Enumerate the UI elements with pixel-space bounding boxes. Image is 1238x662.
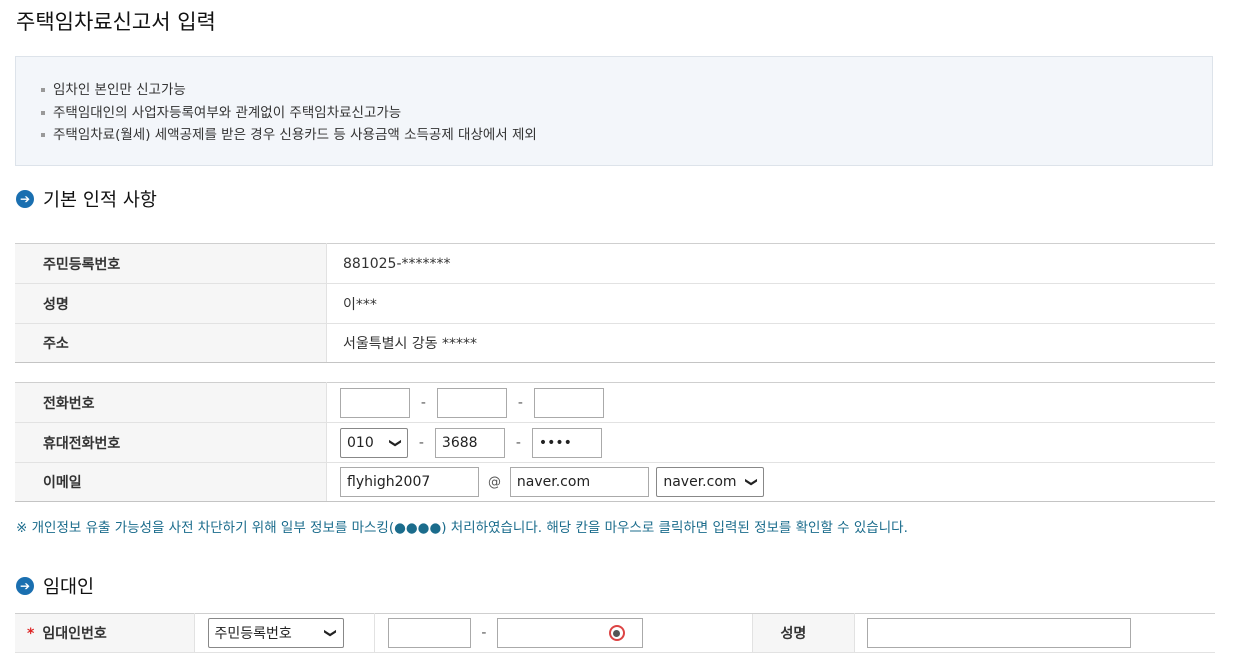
at-sign: @ bbox=[487, 474, 501, 490]
notice-item: 임차인 본인만 신고가능 bbox=[38, 79, 1212, 102]
dash-separator: - bbox=[515, 434, 521, 451]
mobile-middle-input[interactable] bbox=[434, 427, 505, 458]
mobile-last-input[interactable] bbox=[531, 427, 602, 458]
table-row: 성명 이*** bbox=[15, 283, 1215, 324]
lessor-name-label: 성명 bbox=[751, 613, 855, 653]
lessor-id-label-cell: * 임대인번호 bbox=[15, 613, 195, 653]
address-value: 서울특별시 강동 ***** bbox=[326, 323, 1215, 363]
notice-box: 임차인 본인만 신고가능 주택임대인의 사업자등록여부와 관계없이 주택임차료신… bbox=[15, 56, 1213, 166]
rrn-label: 주민등록번호 bbox=[15, 243, 327, 284]
table-row: 주민등록번호 881025-******* bbox=[15, 243, 1215, 284]
mobile-label: 휴대전화번호 bbox=[15, 422, 327, 463]
email-label: 이메일 bbox=[15, 462, 327, 502]
email-domain-select[interactable]: naver.com ❯ bbox=[656, 467, 765, 497]
chevron-down-icon: ❯ bbox=[324, 627, 339, 639]
notice-item: 주택임대인의 사업자등록여부와 관계없이 주택임차료신고가능 bbox=[38, 102, 1212, 125]
table-row: * 임대인번호 주민등록번호 ❯ - 성명 bbox=[15, 613, 1215, 653]
phone-label: 전화번호 bbox=[15, 382, 327, 423]
table-row: 휴대전화번호 010 ❯ - - bbox=[15, 422, 1215, 463]
rrn-value: 881025-******* bbox=[326, 243, 1215, 284]
name-value: 이*** bbox=[326, 283, 1215, 324]
lessor-id-type-cell: 주민등록번호 ❯ bbox=[194, 613, 375, 653]
contact-table: 전화번호 - - 휴대전화번호 010 ❯ - - 이메일 @ bbox=[15, 382, 1215, 502]
virtual-keyboard-icon[interactable] bbox=[608, 625, 625, 641]
table-row: 이메일 @ naver.com ❯ bbox=[15, 462, 1215, 502]
basic-section-header: ➔ 기본 인적 사항 bbox=[16, 186, 157, 212]
phone-part1-input[interactable] bbox=[340, 387, 410, 418]
table-row: 전화번호 - - bbox=[15, 382, 1215, 423]
page-title: 주택임차료신고서 입력 bbox=[16, 10, 216, 34]
lessor-id-type-value: 주민등록번호 bbox=[214, 626, 292, 642]
dash-separator: - bbox=[418, 434, 424, 451]
phone-part3-input[interactable] bbox=[533, 387, 604, 418]
phone-inputs: - - bbox=[326, 382, 1215, 423]
email-inputs: @ naver.com ❯ bbox=[326, 462, 1215, 502]
lessor-section-title: 임대인 bbox=[43, 577, 95, 598]
lessor-name-input[interactable] bbox=[866, 618, 1131, 648]
phone-part2-input[interactable] bbox=[436, 387, 507, 418]
table-row: 주소 서울특별시 강동 ***** bbox=[15, 323, 1215, 363]
notice-list: 임차인 본인만 신고가능 주택임대인의 사업자등록여부와 관계없이 주택임차료신… bbox=[38, 79, 1212, 147]
dash-separator: - bbox=[517, 394, 523, 411]
chevron-down-icon: ❯ bbox=[745, 476, 760, 488]
mobile-inputs: 010 ❯ - - bbox=[326, 422, 1215, 463]
email-id-input[interactable] bbox=[340, 467, 479, 497]
dash-separator: - bbox=[481, 625, 487, 641]
dash-separator: - bbox=[420, 394, 426, 411]
basic-info-table: 주민등록번호 881025-******* 성명 이*** 주소 서울특별시 강… bbox=[15, 243, 1215, 363]
required-mark: * bbox=[27, 626, 35, 642]
lessor-id-part1-input[interactable] bbox=[387, 618, 471, 648]
basic-section-title: 기본 인적 사항 bbox=[43, 190, 157, 211]
lessor-table: * 임대인번호 주민등록번호 ❯ - 성명 bbox=[15, 613, 1215, 653]
mobile-prefix-select[interactable]: 010 ❯ bbox=[340, 427, 408, 458]
notice-item: 주택임차료(월세) 세액공제를 받은 경우 신용카드 등 사용금액 소득공제 대… bbox=[38, 124, 1212, 147]
arrow-right-circle-icon: ➔ bbox=[16, 190, 34, 208]
name-label: 성명 bbox=[15, 283, 327, 324]
email-domain-select-value: naver.com bbox=[663, 474, 737, 490]
arrow-right-circle-icon: ➔ bbox=[16, 577, 34, 595]
address-label: 주소 bbox=[15, 323, 327, 363]
email-domain-input[interactable] bbox=[509, 467, 649, 497]
chevron-down-icon: ❯ bbox=[388, 437, 403, 448]
lessor-id-label: 임대인번호 bbox=[42, 626, 107, 642]
lessor-name-cell bbox=[854, 613, 1215, 653]
masking-notice: ※ 개인정보 유출 가능성을 사전 차단하기 위해 일부 정보를 마스킹(●●●… bbox=[16, 520, 908, 536]
mobile-prefix-value: 010 bbox=[347, 434, 374, 451]
lessor-id-type-select[interactable]: 주민등록번호 ❯ bbox=[207, 618, 344, 648]
lessor-id-inputs-cell: - bbox=[374, 613, 752, 653]
lessor-section-header: ➔ 임대인 bbox=[16, 573, 94, 599]
